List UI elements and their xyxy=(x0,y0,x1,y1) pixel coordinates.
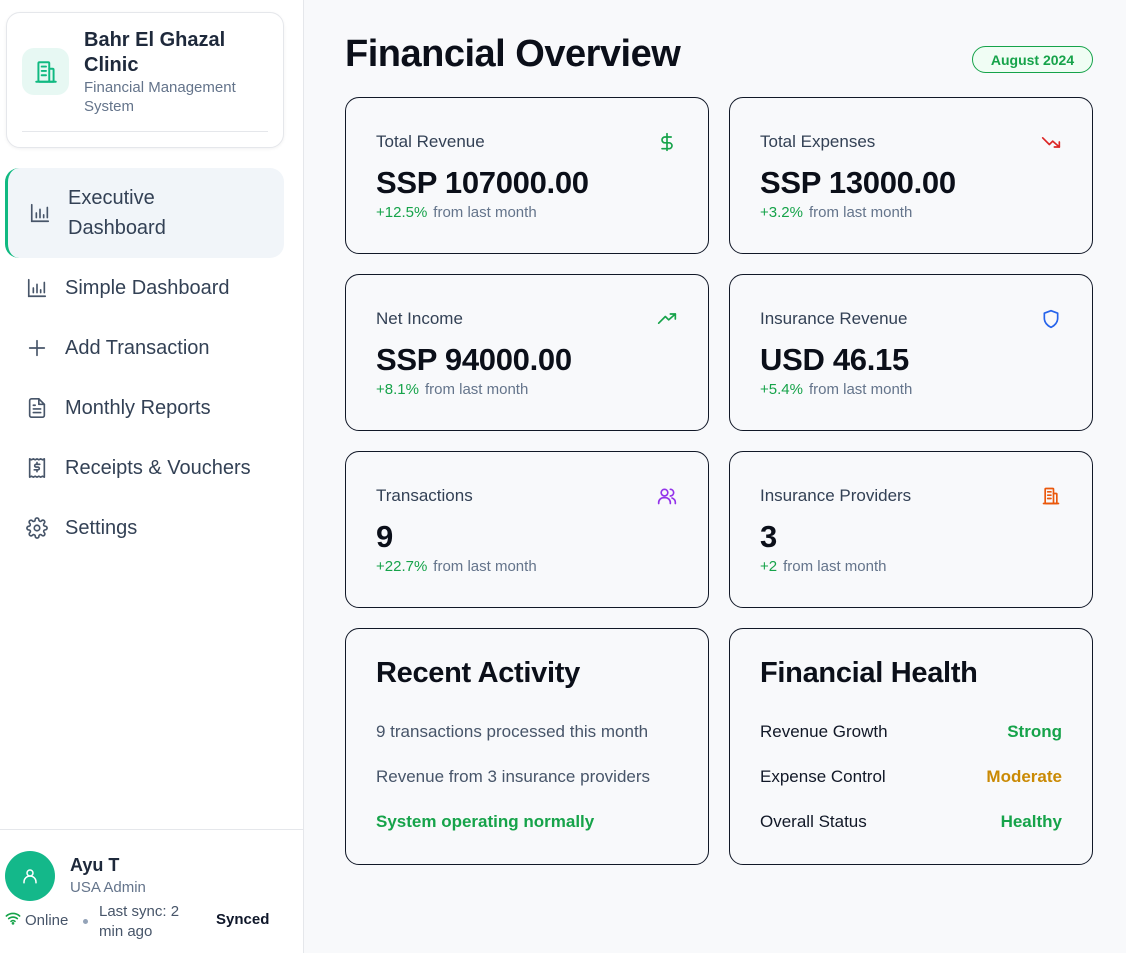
app-subtitle: Financial Management System xyxy=(84,79,236,115)
bar-chart-icon xyxy=(25,276,49,300)
sidebar-nav: Executive Dashboard Simple Dashboard Add… xyxy=(0,168,304,558)
stat-change: +22.7% from last month xyxy=(376,558,537,575)
sidebar-item-label: Monthly Reports xyxy=(65,396,211,419)
health-row: Revenue Growth Strong xyxy=(760,722,1062,742)
user-panel: Ayu T USA Admin Online Last sync: 2 min … xyxy=(0,829,304,953)
receipt-icon xyxy=(25,456,49,480)
sidebar: Bahr El Ghazal Clinic Financial Manageme… xyxy=(0,0,304,953)
wifi-icon xyxy=(5,911,21,929)
clinic-name: Bahr El Ghazal Clinic xyxy=(84,29,226,76)
bar-chart-icon xyxy=(28,201,52,225)
trending-down-icon xyxy=(1040,131,1062,153)
stat-title: Net Income xyxy=(376,309,463,328)
recent-activity-card: Recent Activity 9 transactions processed… xyxy=(345,628,709,865)
stat-change-value: +2 xyxy=(760,558,778,575)
health-label: Overall Status xyxy=(760,812,867,831)
stat-card-insurance-revenue: Insurance Revenue USD 46.15 +5.4% from la… xyxy=(729,274,1093,431)
stat-change-note: from last month xyxy=(808,381,913,398)
financial-health-card: Financial Health Revenue Growth Strong E… xyxy=(729,628,1093,865)
plus-icon xyxy=(25,336,49,360)
stat-change: +3.2% from last month xyxy=(760,204,912,221)
stat-card-insurance-providers: Insurance Providers 3 +2 from last month xyxy=(729,451,1093,608)
stat-card-transactions: Transactions 9 +22.7% from last month xyxy=(345,451,709,608)
stat-change-note: from last month xyxy=(808,204,913,221)
divider xyxy=(22,131,268,132)
sidebar-item-executive-dashboard[interactable]: Executive Dashboard xyxy=(5,168,284,258)
stat-change-value: +22.7% xyxy=(376,558,428,575)
stat-change: +12.5% from last month xyxy=(376,204,537,221)
health-label: Expense Control xyxy=(760,767,886,786)
connection-status: Online xyxy=(5,911,68,929)
health-label: Revenue Growth xyxy=(760,722,888,741)
sidebar-item-receipts-vouchers[interactable]: Receipts & Vouchers xyxy=(0,438,304,498)
building-icon xyxy=(1040,485,1062,507)
stat-title: Insurance Providers xyxy=(760,486,912,505)
stat-card-total-revenue: Total Revenue SSP 107000.00 +12.5% from l… xyxy=(345,97,709,254)
stat-value: SSP 94000.00 xyxy=(376,342,572,377)
stat-change-note: from last month xyxy=(433,558,537,575)
stat-card-net-income: Net Income SSP 94000.00 +8.1% from last m… xyxy=(345,274,709,431)
sidebar-item-label: Add Transaction xyxy=(65,336,210,359)
sync-status-label: Synced xyxy=(216,911,270,928)
system-status-text: System operating normally xyxy=(376,812,595,831)
gear-icon xyxy=(25,516,49,540)
stat-title: Transactions xyxy=(376,486,473,505)
sidebar-item-add-transaction[interactable]: Add Transaction xyxy=(0,318,304,378)
user-name: Ayu T xyxy=(70,855,120,875)
stat-change-value: +5.4% xyxy=(760,381,803,398)
stat-value: 9 xyxy=(376,519,393,554)
stat-value: 3 xyxy=(760,519,777,554)
activity-item: 9 transactions processed this month xyxy=(376,722,649,741)
stat-title: Total Revenue xyxy=(376,132,485,151)
stat-change-note: from last month xyxy=(783,558,887,575)
health-row: Overall Status Healthy xyxy=(760,812,1062,832)
health-value: Healthy xyxy=(1000,812,1062,831)
activity-item: Revenue from 3 insurance providers xyxy=(376,767,651,786)
sidebar-item-monthly-reports[interactable]: Monthly Reports xyxy=(0,378,304,438)
card-title: Financial Health xyxy=(760,657,978,689)
brand-card: Bahr El Ghazal Clinic Financial Manageme… xyxy=(6,12,284,148)
stat-change: +5.4% from last month xyxy=(760,381,912,398)
stat-change: +8.1% from last month xyxy=(376,381,528,398)
stat-value: USD 46.15 xyxy=(760,342,909,377)
connection-label: Online xyxy=(25,911,69,929)
stat-card-total-expenses: Total Expenses SSP 13000.00 +3.2% from la… xyxy=(729,97,1093,254)
stat-change: +2 from last month xyxy=(760,558,886,575)
stat-value: SSP 13000.00 xyxy=(760,165,956,200)
health-value: Strong xyxy=(1007,722,1062,741)
stat-change-value: +12.5% xyxy=(376,204,428,221)
trending-up-icon xyxy=(656,308,678,330)
card-title: Recent Activity xyxy=(376,657,580,689)
user-role: USA Admin xyxy=(70,879,146,896)
health-value: Moderate xyxy=(986,767,1062,786)
sidebar-item-label: Settings xyxy=(65,516,138,539)
stat-change-note: from last month xyxy=(433,204,537,221)
stat-change-note: from last month xyxy=(424,381,529,398)
sidebar-item-simple-dashboard[interactable]: Simple Dashboard xyxy=(0,258,304,318)
sidebar-item-settings[interactable]: Settings xyxy=(0,498,304,558)
stat-change-value: +8.1% xyxy=(376,381,419,398)
avatar[interactable] xyxy=(5,851,55,901)
health-row: Expense Control Moderate xyxy=(760,767,1062,787)
shield-icon xyxy=(1040,308,1062,330)
page-title: Financial Overview xyxy=(345,33,681,75)
sync-status-row: Online Last sync: 2 min ago Synced xyxy=(5,903,295,945)
sidebar-item-label: Executive Dashboard xyxy=(68,187,166,239)
period-badge[interactable]: August 2024 xyxy=(972,46,1093,73)
sidebar-item-label: Simple Dashboard xyxy=(65,276,230,299)
last-sync-text: Last sync: 2 min ago xyxy=(99,903,180,940)
users-icon xyxy=(656,485,678,507)
sidebar-item-label: Receipts & Vouchers xyxy=(65,456,251,479)
dollar-icon xyxy=(656,131,678,153)
document-icon xyxy=(25,396,49,420)
hospital-building-icon xyxy=(22,48,69,95)
stat-value: SSP 107000.00 xyxy=(376,165,589,200)
stat-change-value: +3.2% xyxy=(760,204,803,221)
separator-dot xyxy=(83,919,88,924)
stat-title: Insurance Revenue xyxy=(760,309,908,328)
stat-title: Total Expenses xyxy=(760,132,876,151)
